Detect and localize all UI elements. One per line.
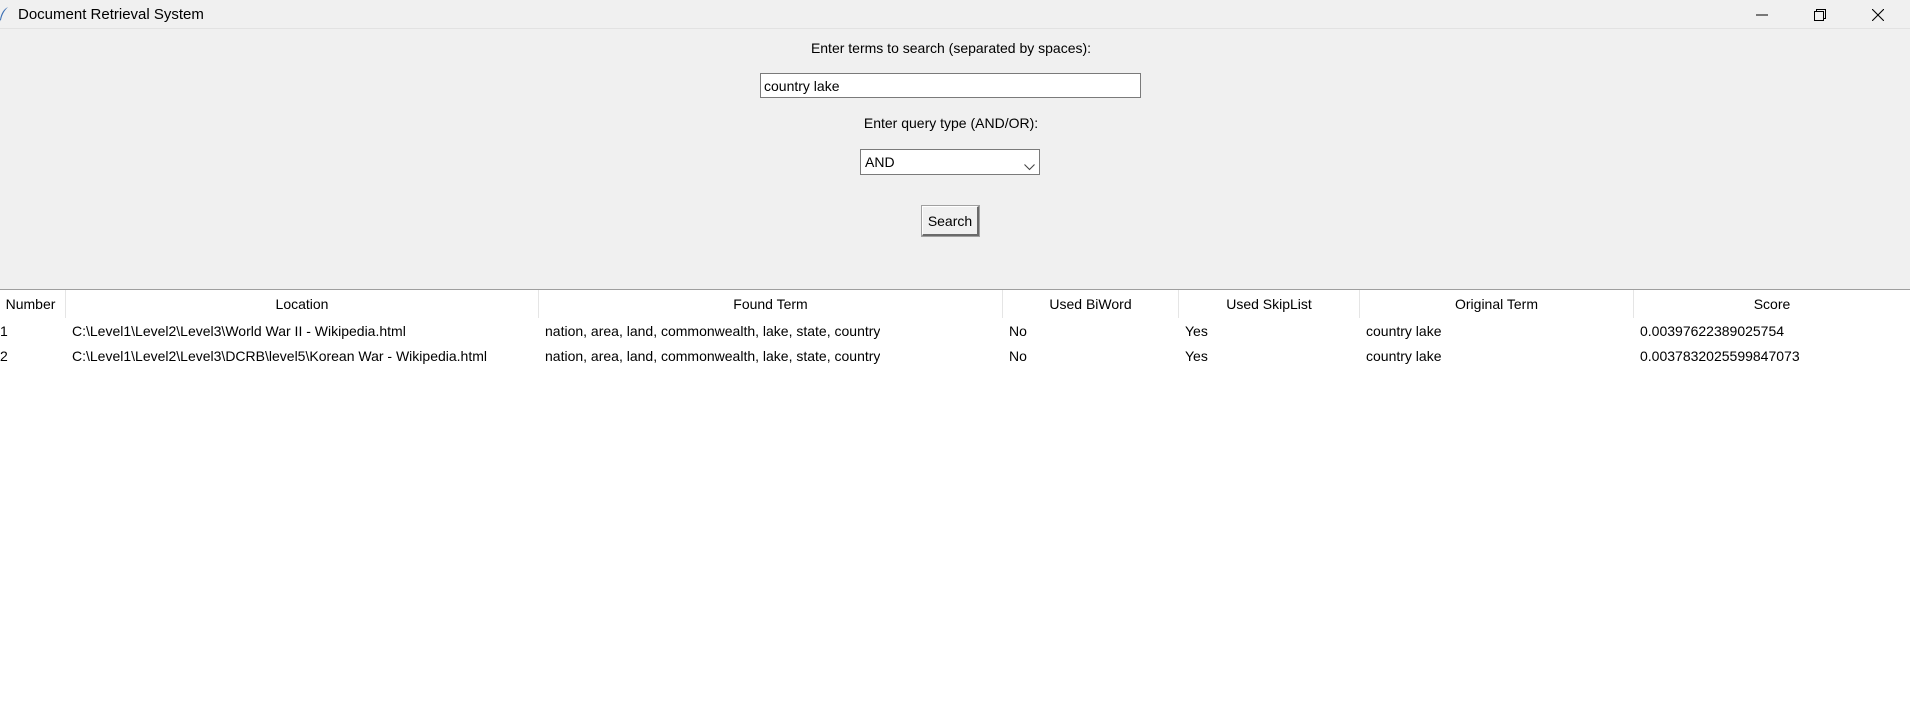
cell-original-term: country lake [1366,323,1442,339]
restore-icon [1814,8,1826,21]
cell-found-term: nation, area, land, commonwealth, lake, … [545,323,881,339]
results-table[interactable]: Number Location Found Term Used BiWord U… [0,289,1910,724]
close-icon [1872,8,1884,21]
cell-location: C:\Level1\Level2\Level3\World War II - W… [72,323,406,339]
column-header-original-term[interactable]: Original Term [1360,290,1634,318]
cell-location: C:\Level1\Level2\Level3\DCRB\level5\Kore… [72,348,487,364]
cell-found-term: nation, area, land, commonwealth, lake, … [545,348,881,364]
cell-score: 0.0037832025599847073 [1640,348,1800,364]
search-terms-label: Enter terms to search (separated by spac… [810,40,1092,56]
cell-used-biword: No [1009,323,1027,339]
column-header-used-skiplist[interactable]: Used SkipList [1179,290,1360,318]
search-terms-input[interactable] [760,73,1141,98]
query-type-select[interactable]: AND [860,149,1040,175]
cell-used-biword: No [1009,348,1027,364]
table-header: Number Location Found Term Used BiWord U… [0,290,1910,318]
cell-score: 0.00397622389025754 [1640,323,1785,339]
cell-number: 1 [0,323,8,339]
cell-used-skiplist: Yes [1185,323,1208,339]
window-title: Document Retrieval System [18,6,204,23]
restore-button[interactable] [1791,0,1849,29]
column-header-used-biword[interactable]: Used BiWord [1003,290,1179,318]
table-row[interactable]: 2 C:\Level1\Level2\Level3\DCRB\level5\Ko… [0,344,1910,369]
query-type-value: AND [865,154,895,170]
search-panel: Enter terms to search (separated by spac… [0,29,1910,289]
feather-icon [0,6,10,22]
column-header-number[interactable]: Number [0,290,66,318]
cell-used-skiplist: Yes [1185,348,1208,364]
cell-number: 2 [0,348,8,364]
close-button[interactable] [1849,0,1907,29]
search-button[interactable]: Search [921,205,980,237]
cell-original-term: country lake [1366,348,1442,364]
column-header-location[interactable]: Location [66,290,539,318]
window-titlebar[interactable]: Document Retrieval System [0,0,1910,29]
minimize-button[interactable] [1733,0,1791,29]
minimize-icon [1756,9,1768,21]
chevron-down-icon [1024,158,1035,176]
column-header-found-term[interactable]: Found Term [539,290,1003,318]
column-header-score[interactable]: Score [1634,290,1910,318]
table-row[interactable]: 1 C:\Level1\Level2\Level3\World War II -… [0,319,1910,344]
query-type-label: Enter query type (AND/OR): [863,115,1039,131]
